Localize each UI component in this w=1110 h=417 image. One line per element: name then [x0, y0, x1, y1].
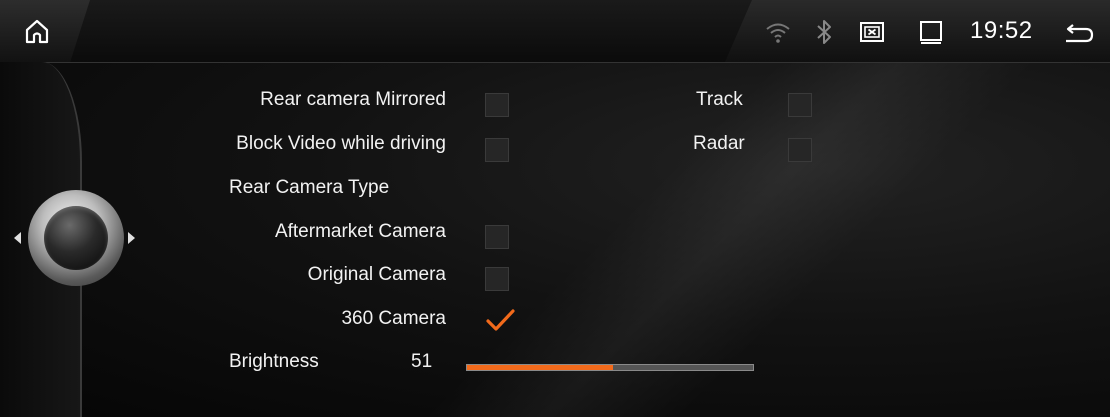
track-label: Track [696, 89, 743, 110]
brightness-slider-fill [467, 365, 613, 370]
360-camera-label: 360 Camera [341, 308, 446, 329]
aftermarket-camera-label: Aftermarket Camera [274, 221, 446, 242]
window-icon[interactable] [917, 18, 945, 46]
brightness-slider[interactable] [466, 364, 754, 371]
screen-off-icon[interactable] [858, 18, 886, 46]
original-camera-checkbox[interactable] [485, 267, 509, 291]
rotary-knob[interactable] [28, 190, 124, 286]
settings-screen: 19:52 Rear camera Mirrored Block Video w… [0, 0, 1110, 417]
brightness-value: 51 [411, 351, 433, 372]
rear-camera-mirrored-label: Rear camera Mirrored [260, 89, 446, 110]
clock: 19:52 [970, 17, 1033, 44]
track-checkbox[interactable] [788, 93, 812, 117]
block-video-checkbox[interactable] [485, 138, 509, 162]
wifi-icon [766, 23, 790, 43]
original-camera-label: Original Camera [307, 264, 446, 285]
arrow-left-icon[interactable] [14, 232, 21, 244]
bluetooth-icon [817, 20, 831, 44]
knob-center [44, 206, 108, 270]
radar-checkbox[interactable] [788, 138, 812, 162]
brightness-label: Brightness [229, 351, 319, 372]
rear-camera-mirrored-checkbox[interactable] [485, 93, 509, 117]
checkmark-icon [486, 309, 515, 331]
block-video-label: Block Video while driving [236, 133, 446, 154]
home-button[interactable] [0, 0, 90, 62]
status-bar: 19:52 [0, 0, 1110, 63]
rear-camera-type-heading: Rear Camera Type [229, 177, 390, 198]
aftermarket-camera-checkbox[interactable] [485, 225, 509, 249]
home-icon [25, 19, 49, 44]
360-camera-checkbox[interactable] [484, 304, 516, 336]
back-icon[interactable] [1062, 18, 1096, 46]
radar-label: Radar [693, 133, 745, 154]
